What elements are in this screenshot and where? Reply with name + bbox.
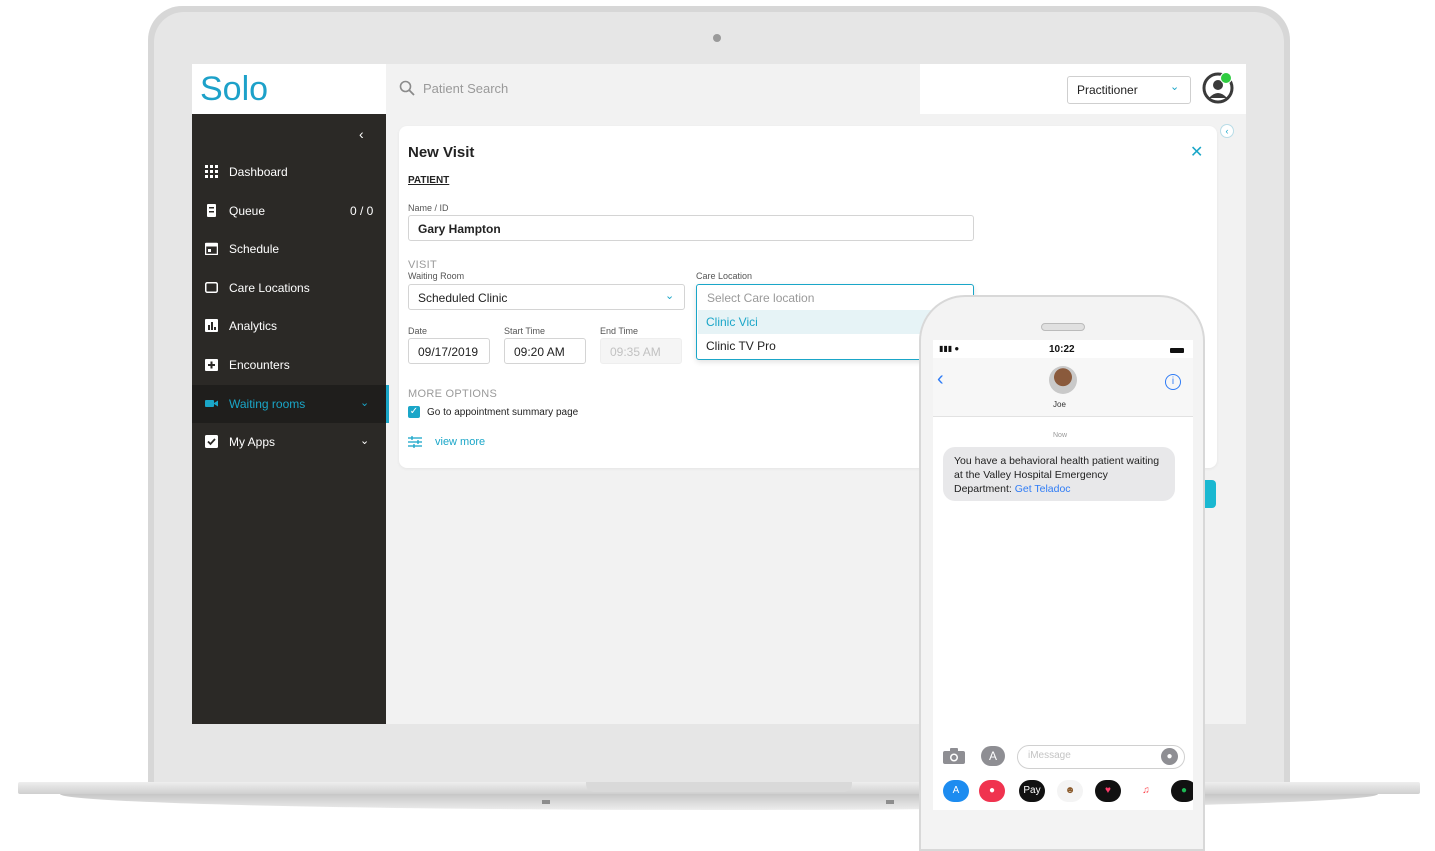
date-label: Date [408, 326, 428, 336]
end-time-label: End Time [600, 326, 639, 336]
sidebar-item-label: Analytics [229, 319, 278, 333]
app-logo[interactable]: Solo [200, 70, 268, 109]
visit-section-label: VISIT [408, 259, 438, 271]
date-field[interactable]: 09/17/2019 [408, 338, 490, 364]
phone-screen: ▮▮▮ ● 10:22 ‹ Joe i Now You have a behav… [933, 340, 1193, 810]
digital-touch-icon[interactable]: ♥ [1095, 780, 1121, 802]
sidebar-item-my-apps[interactable]: My Apps ⌄ [192, 423, 386, 461]
calendar-icon [205, 242, 218, 255]
queue-icon [207, 204, 216, 217]
online-status-dot [1220, 72, 1232, 84]
start-time-field[interactable]: 09:20 AM [504, 338, 586, 364]
video-icon [205, 400, 218, 407]
imessage-placeholder: iMessage [1028, 750, 1071, 761]
grid-icon [205, 165, 218, 178]
waiting-room-select[interactable]: Scheduled Clinic ⌄ [408, 284, 685, 310]
queue-count: 0 / 0 [350, 204, 374, 218]
sidebar-item-label: Care Locations [229, 281, 310, 295]
contact-name: Joe [1053, 400, 1066, 409]
analytics-icon [205, 319, 218, 332]
encounters-icon [205, 359, 218, 371]
sidebar-item-label: Dashboard [229, 165, 288, 179]
start-time-value: 09:20 AM [514, 345, 565, 359]
waiting-room-value: Scheduled Clinic [418, 291, 508, 305]
animoji-icon[interactable]: ☻ [1057, 780, 1083, 802]
music-icon[interactable]: ♫ [1133, 780, 1159, 802]
checkbox-label: Go to appointment summary page [427, 407, 579, 418]
battery-icon [1170, 348, 1184, 353]
close-icon[interactable]: ✕ [1190, 142, 1203, 162]
sidebar-item-label: Waiting rooms [229, 397, 306, 411]
microphone-icon[interactable]: ● [1161, 748, 1178, 765]
check-square-icon [205, 435, 218, 448]
search-input[interactable]: Patient Search [423, 81, 508, 96]
sidebar-item-label: Encounters [229, 358, 290, 372]
laptop-foot [886, 800, 894, 804]
sidebar: ‹ Dashboard Queue 0 / 0 Schedule Care Lo… [192, 114, 389, 724]
view-more-link[interactable]: view more [435, 436, 485, 448]
chevron-down-icon: ⌄ [1170, 81, 1180, 93]
phone-clock: 10:22 [1049, 344, 1075, 355]
sidebar-item-schedule[interactable]: Schedule [192, 230, 386, 268]
sidebar-item-encounters[interactable]: Encounters [192, 346, 386, 384]
laptop-notch [586, 782, 852, 792]
message-timestamp: Now [1053, 432, 1068, 439]
app-store-dock-icon[interactable]: A [943, 780, 969, 802]
role-select[interactable]: Practitioner ⌄ [1067, 76, 1191, 104]
apple-pay-icon[interactable]: Pay [1019, 780, 1045, 802]
end-time-field: 09:35 AM [600, 338, 682, 364]
info-icon[interactable]: i [1165, 374, 1181, 390]
more-apps-icon[interactable]: ● [1171, 780, 1193, 802]
search-images-icon[interactable]: ● [979, 780, 1005, 802]
end-time-value: 09:35 AM [610, 345, 661, 359]
chevron-down-icon: ⌄ [360, 397, 370, 409]
chevron-down-icon: ⌄ [360, 435, 370, 447]
patient-name-value: Gary Hampton [418, 222, 501, 236]
message-link[interactable]: Get Teladoc [1015, 483, 1071, 495]
logo-area: Solo [192, 64, 386, 114]
signal-icon: ▮▮▮ ● [939, 344, 960, 353]
start-time-label: Start Time [504, 326, 546, 336]
sidebar-item-analytics[interactable]: Analytics [192, 307, 386, 345]
phone-frame: ▮▮▮ ● 10:22 ‹ Joe i Now You have a behav… [919, 295, 1205, 851]
camera-icon[interactable] [943, 748, 965, 764]
card-title: New Visit [408, 144, 475, 161]
location-icon [205, 282, 218, 293]
sidebar-item-label: Queue [229, 204, 266, 218]
patient-name-field[interactable]: Gary Hampton [408, 215, 974, 241]
collapse-sidebar-icon[interactable]: ‹ [359, 126, 364, 142]
message-header: ‹ Joe i [933, 358, 1193, 417]
contact-avatar[interactable] [1049, 366, 1077, 394]
care-location-placeholder: Select Care location [707, 291, 815, 305]
imessage-input[interactable]: iMessage ● [1017, 745, 1185, 769]
laptop-foot [542, 800, 550, 804]
patient-section-label: PATIENT [408, 175, 450, 186]
care-location-label: Care Location [696, 271, 753, 281]
chevron-down-icon: ⌄ [665, 290, 675, 302]
sidebar-item-label: Schedule [229, 242, 280, 256]
sidebar-item-label: My Apps [229, 435, 276, 449]
sidebar-item-dashboard[interactable]: Dashboard [192, 153, 386, 191]
role-select-value: Practitioner [1077, 83, 1138, 97]
sidebar-item-queue[interactable]: Queue 0 / 0 [192, 192, 386, 230]
phone-speaker [1041, 323, 1085, 331]
sidebar-item-waiting-rooms[interactable]: Waiting rooms ⌄ [192, 385, 389, 423]
webcam [713, 34, 721, 42]
back-icon[interactable]: ‹ [937, 368, 944, 391]
date-value: 09/17/2019 [418, 345, 479, 359]
waiting-room-label: Waiting Room [408, 271, 465, 281]
sidebar-item-care-locations[interactable]: Care Locations [192, 269, 386, 307]
summary-checkbox[interactable]: ✓ [408, 406, 420, 418]
search-icon [399, 80, 415, 96]
collapse-panel-icon[interactable]: ‹ [1220, 124, 1234, 138]
sliders-icon [408, 436, 422, 448]
name-field-label: Name / ID [408, 203, 449, 213]
message-bubble: You have a behavioral health patient wai… [943, 447, 1175, 501]
more-options-label: MORE OPTIONS [408, 388, 498, 400]
app-store-icon[interactable]: A [981, 746, 1005, 766]
